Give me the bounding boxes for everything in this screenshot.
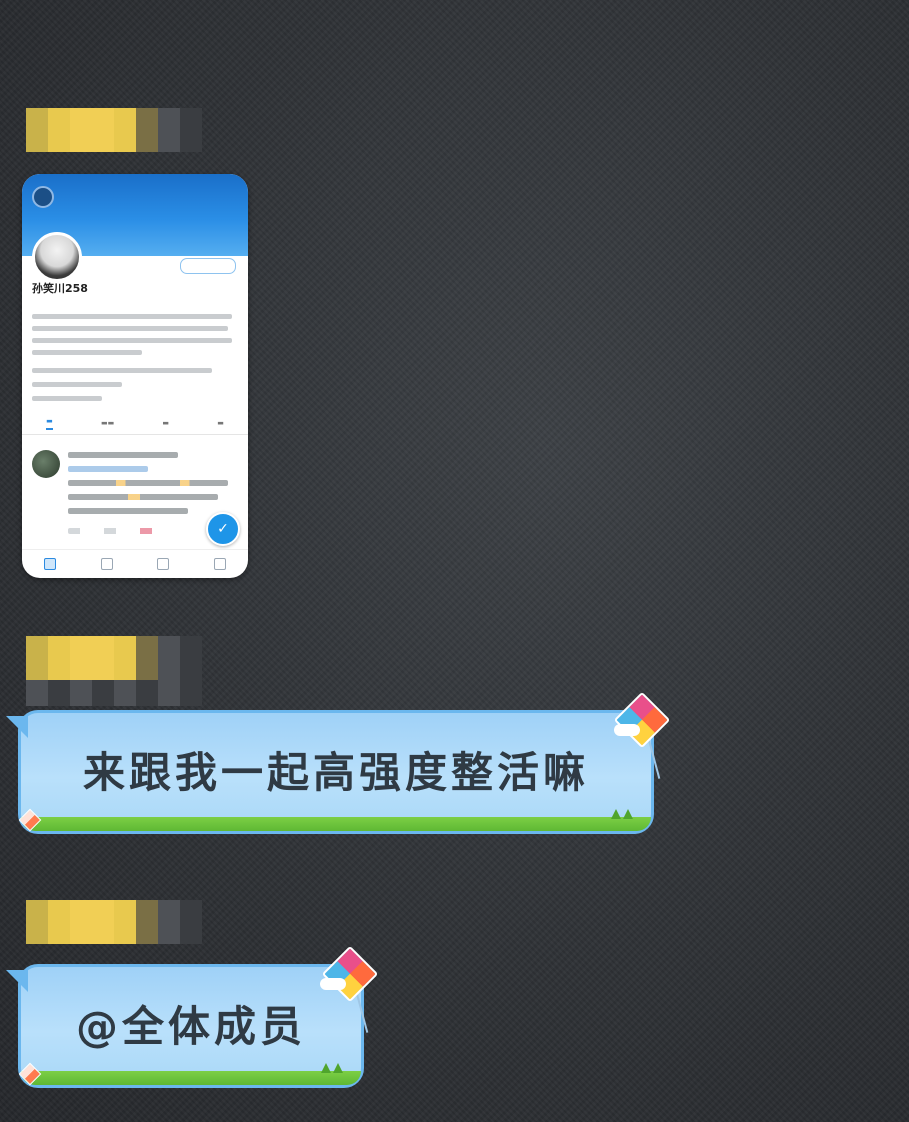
compose-icon: ✓ (206, 512, 240, 546)
home-icon (44, 558, 57, 570)
bubble-tail-1 (6, 716, 28, 738)
bio-line (32, 314, 232, 319)
message-text-1: 来跟我一起高强度整活嘛 (82, 748, 589, 797)
message-bubble-1[interactable]: 来跟我一起高强度整活嘛 (18, 710, 654, 834)
message-bubble-2[interactable]: @全体成员 (18, 964, 364, 1088)
bio-line (32, 350, 142, 355)
bubble-tail-2 (6, 970, 28, 992)
meta-line (32, 368, 212, 373)
search-icon (100, 558, 113, 570)
back-icon (32, 186, 54, 208)
notification-icon (157, 558, 170, 570)
follow-button (180, 258, 236, 274)
profile-name: 孙笑川258 (32, 282, 88, 295)
bio-line (32, 326, 228, 331)
cloud-decoration (320, 978, 346, 990)
profile-tabs: ▬ ▬▬ ▬ ▬ (22, 412, 248, 435)
message-text-2: @全体成员 (75, 1002, 306, 1051)
tweet-line (68, 452, 178, 458)
message-icon (213, 558, 226, 570)
profile-avatar (32, 232, 82, 282)
tweet-actions (68, 528, 188, 534)
tweet-line (68, 480, 228, 486)
grass-decoration (321, 1063, 331, 1073)
grass-decoration (333, 1063, 343, 1073)
tab-media: ▬ (162, 419, 170, 427)
tweet-avatar (32, 450, 60, 478)
tab-likes: ▬ (217, 419, 224, 427)
screenshot-image-message[interactable]: 孙笑川258 ▬ ▬▬ ▬ ▬ ✓ (22, 174, 248, 578)
follow-count-line (32, 396, 102, 401)
sender-name-pixelated-3 (26, 900, 202, 944)
bottom-nav (22, 549, 248, 578)
cloud-decoration (614, 724, 640, 736)
bio-line (32, 338, 232, 343)
tweet-line (68, 508, 188, 514)
grass-decoration (611, 809, 621, 819)
tab-tweets: ▬ (46, 417, 53, 430)
tab-replies: ▬▬ (100, 419, 115, 427)
grass-decoration (623, 809, 633, 819)
tweet-line (68, 494, 218, 500)
sender-name-pixelated-1 (26, 108, 202, 152)
meta-line (32, 382, 122, 387)
tweet-line (68, 466, 148, 472)
sender-name-pixelated-2 (26, 636, 202, 680)
sender-name-pixelated-2b (26, 680, 202, 706)
